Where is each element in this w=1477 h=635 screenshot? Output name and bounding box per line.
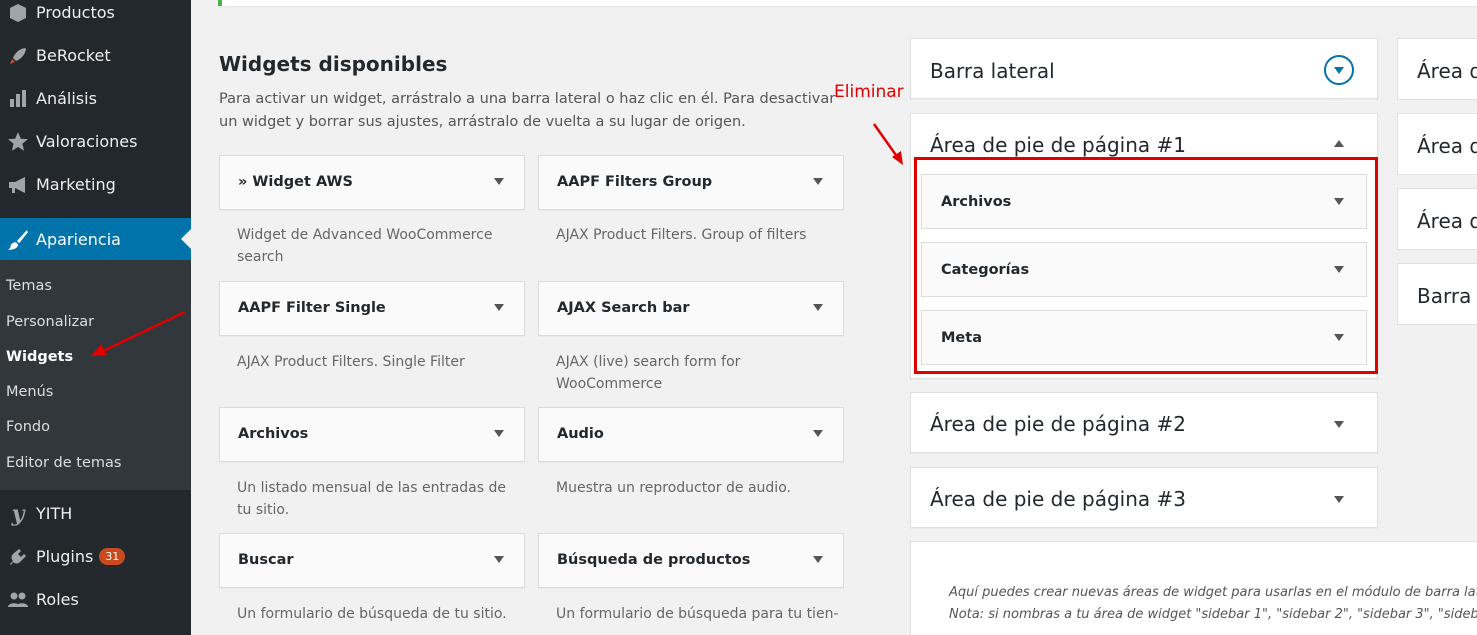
chevron-down-icon[interactable] (494, 178, 504, 185)
menu-label: Valoraciones (36, 132, 138, 151)
menu-item-valoraciones[interactable]: Valoraciones (0, 120, 191, 163)
widget-description: Widget de Advanced WooCommerce search (237, 227, 493, 265)
widget-description: AJAX Product Filters. Group of filters (556, 227, 807, 243)
widget-description: Un formulario de búsqueda de tu sitio. (237, 606, 507, 622)
widget-aapf-filter-single[interactable]: AAPF Filter Single (219, 281, 525, 336)
widget-description: Un listado mensual de las entradas de tu… (237, 480, 507, 518)
yith-icon: y (11, 500, 25, 527)
area-footer-3[interactable]: Área de pie de página #3 (910, 467, 1378, 528)
menu-item-analisis[interactable]: Análisis (0, 77, 191, 120)
menu-item-roles[interactable]: Roles (0, 578, 191, 621)
menu-label: Roles (36, 590, 79, 609)
widget-description: Un formulario de búsqueda para tu tien- (556, 606, 839, 622)
annotation-arrow-icon (872, 123, 903, 165)
area-right-4[interactable]: Barra d (1397, 263, 1477, 325)
menu-item-plugins[interactable]: Plugins 31 (0, 535, 191, 578)
area-title: Barra lateral (930, 59, 1055, 83)
area-right-1[interactable]: Área d (1397, 38, 1477, 100)
available-widgets-description: Para activar un widget, arrástralo a una… (219, 91, 836, 130)
submenu-menus[interactable]: Menús (6, 384, 53, 400)
area-right-3[interactable]: Área d (1397, 188, 1477, 250)
menu-label: Marketing (36, 175, 116, 194)
chevron-down-icon[interactable] (813, 304, 823, 311)
paintbrush-icon (0, 229, 36, 251)
widget-aws[interactable]: » Widget AWS (219, 155, 525, 210)
menu-item-apariencia[interactable]: Apariencia (0, 218, 191, 261)
submenu-personalizar[interactable]: Personalizar (6, 314, 94, 330)
widget-ajax-search-bar[interactable]: AJAX Search bar (538, 281, 844, 336)
chevron-down-circle-icon[interactable] (1324, 55, 1354, 85)
annotation-highlight-box (914, 157, 1378, 374)
bar-chart-icon (0, 89, 36, 109)
widget-description: Muestra un reproductor de audio. (556, 480, 791, 496)
menu-item-productos[interactable]: Productos (0, 0, 191, 34)
chevron-up-icon[interactable] (1334, 140, 1344, 147)
area-title: Área d (1417, 134, 1477, 158)
area-title: Área d (1417, 209, 1477, 233)
area-title: Área de pie de página #1 (930, 133, 1186, 157)
box-icon (0, 3, 36, 23)
annotation-label: Eliminar (834, 82, 904, 102)
plugins-update-badge: 31 (99, 548, 126, 565)
chevron-down-icon[interactable] (813, 556, 823, 563)
widget-archivos[interactable]: Archivos (219, 407, 525, 462)
widget-title: Audio (557, 426, 604, 442)
area-title: Barra d (1417, 284, 1477, 308)
annotation-arrow-icon (91, 310, 186, 356)
rocket-icon (0, 46, 36, 66)
menu-label: YITH (36, 504, 73, 523)
submenu-fondo[interactable]: Fondo (6, 419, 50, 435)
help-text-line: Nota: si nombras a tu área de widget "si… (949, 607, 1477, 622)
chevron-down-icon[interactable] (494, 430, 504, 437)
help-text-line: Aquí puedes crear nuevas áreas de widget… (949, 585, 1477, 600)
menu-label: Apariencia (36, 230, 121, 249)
star-icon (0, 131, 36, 153)
widget-audio[interactable]: Audio (538, 407, 844, 462)
widget-busqueda-de-productos[interactable]: Búsqueda de productos (538, 533, 844, 588)
apariencia-submenu: Temas Personalizar Widgets Menús Fondo E… (0, 260, 191, 490)
menu-label: Plugins (36, 547, 94, 566)
widget-title: AAPF Filter Single (238, 300, 386, 316)
chevron-down-icon[interactable] (494, 556, 504, 563)
submenu-temas[interactable]: Temas (6, 278, 52, 294)
widget-title: Archivos (238, 426, 309, 442)
chevron-down-icon[interactable] (813, 178, 823, 185)
widget-title: Buscar (238, 552, 294, 568)
menu-label: BeRocket (36, 46, 111, 65)
menu-item-marketing[interactable]: Marketing (0, 163, 191, 206)
widget-title: Búsqueda de productos (557, 552, 751, 568)
chevron-down-icon[interactable] (1334, 421, 1344, 428)
available-widgets-title: Widgets disponibles (219, 52, 448, 76)
area-right-2[interactable]: Área d (1397, 113, 1477, 175)
chevron-down-icon[interactable] (1334, 496, 1344, 503)
submenu-editor-de-temas[interactable]: Editor de temas (6, 455, 121, 471)
menu-item-yith[interactable]: y YITH (0, 492, 191, 535)
plug-icon (0, 547, 36, 567)
custom-areas-help: Aquí puedes crear nuevas áreas de widget… (910, 541, 1477, 635)
widget-buscar[interactable]: Buscar (219, 533, 525, 588)
menu-item-berocket[interactable]: BeRocket (0, 34, 191, 77)
area-title: Área de pie de página #3 (930, 487, 1186, 511)
admin-notice (218, 0, 1477, 6)
area-footer-2[interactable]: Área de pie de página #2 (910, 392, 1378, 453)
menu-label: Análisis (36, 89, 97, 108)
chevron-down-icon[interactable] (813, 430, 823, 437)
widget-title: » Widget AWS (238, 174, 353, 190)
widget-title: AJAX Search bar (557, 300, 690, 316)
widget-aapf-filters-group[interactable]: AAPF Filters Group (538, 155, 844, 210)
submenu-widgets[interactable]: Widgets (6, 349, 73, 365)
widget-description: AJAX (live) search form for WooCommerce (556, 354, 741, 392)
menu-label: Productos (36, 3, 115, 22)
area-title: Área de pie de página #2 (930, 412, 1186, 436)
widget-title: AAPF Filters Group (557, 174, 713, 190)
megaphone-icon (0, 175, 36, 195)
users-icon (0, 590, 36, 610)
chevron-down-icon[interactable] (494, 304, 504, 311)
widget-description: AJAX Product Filters. Single Filter (237, 354, 465, 370)
area-barra-lateral[interactable]: Barra lateral (910, 38, 1378, 99)
area-title: Área d (1417, 59, 1477, 83)
